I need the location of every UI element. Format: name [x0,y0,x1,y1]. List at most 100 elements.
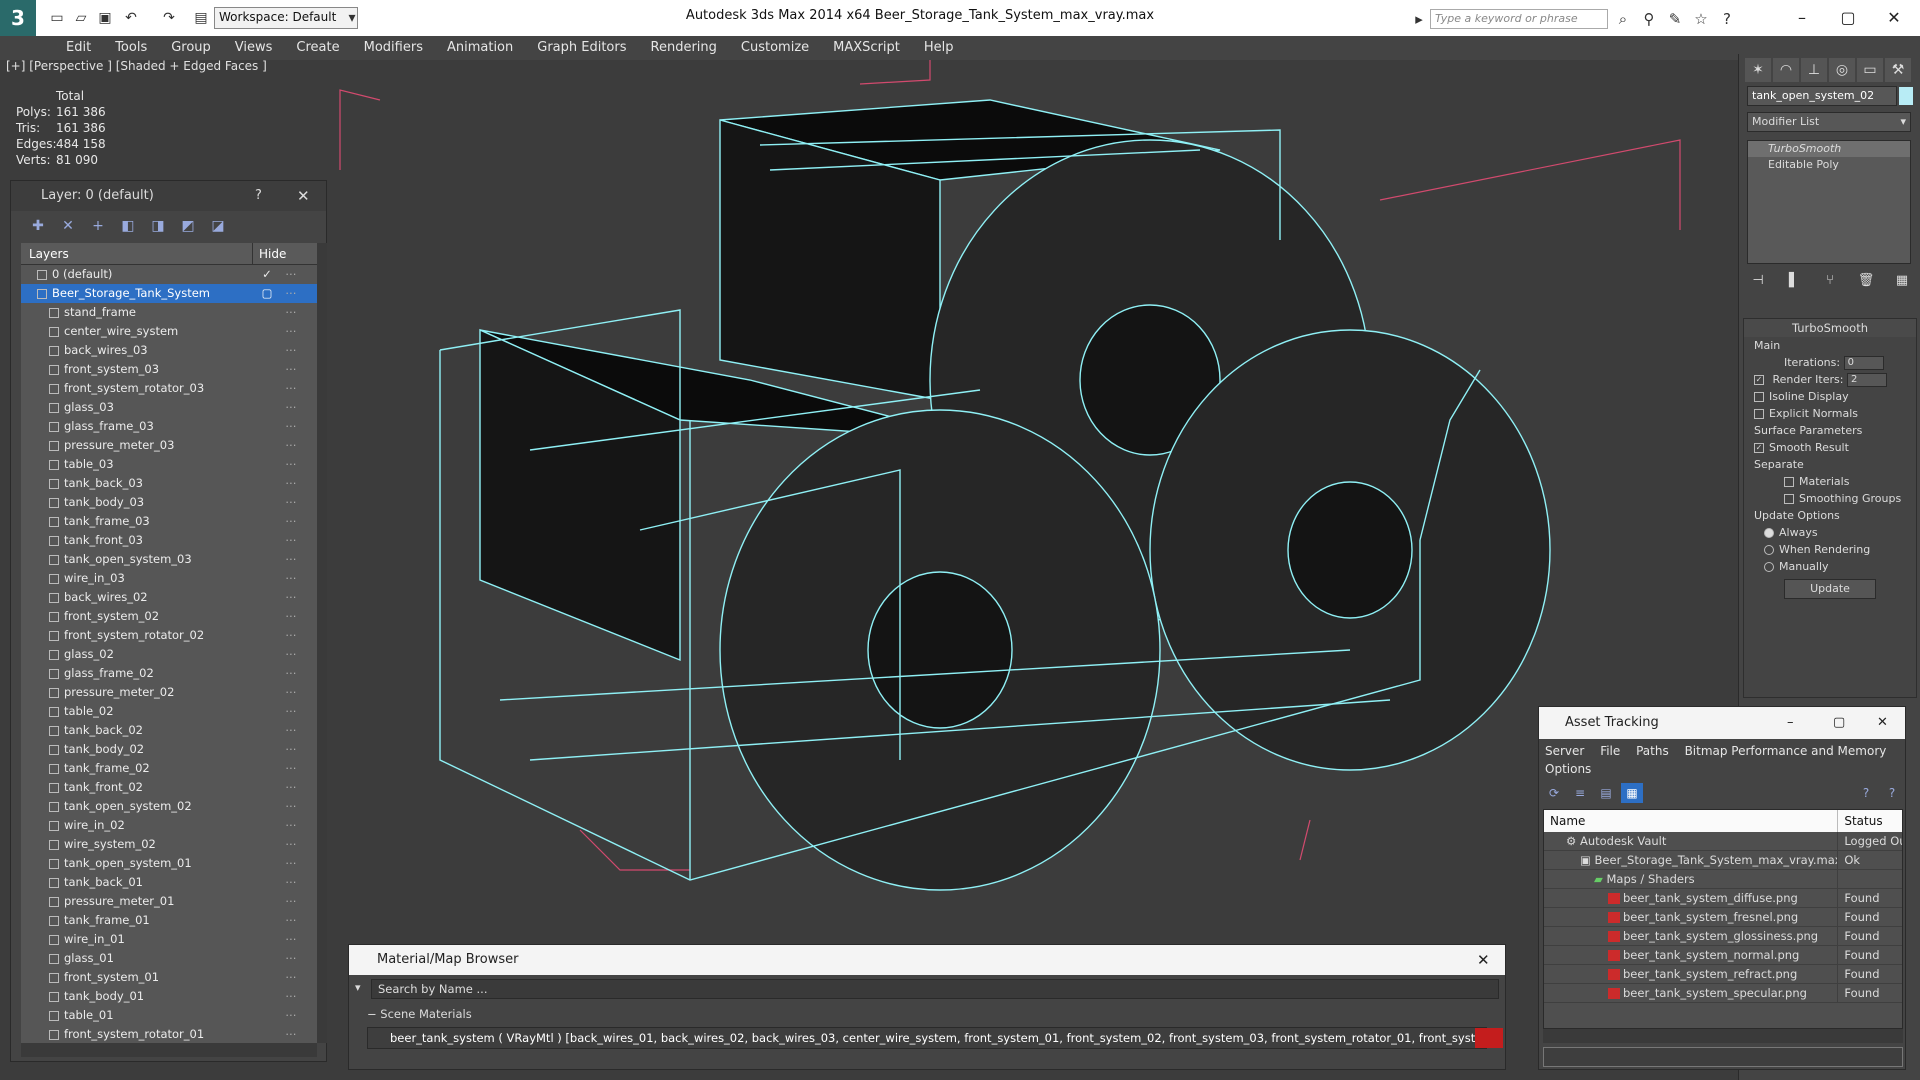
material-browser-title-bar[interactable]: Material/Map Browser ✕ [349,945,1505,975]
layer-object-row[interactable]: tank_body_03 ⋯ [21,493,317,512]
more-icon[interactable]: ⋯ [281,588,301,607]
col-name[interactable]: Name [1544,810,1839,832]
more-icon[interactable]: ⋯ [281,531,301,550]
hide-toggle[interactable] [253,892,281,911]
more-icon[interactable]: ⋯ [281,455,301,474]
remove-modifier-icon[interactable]: 🗑 [1855,270,1877,290]
new-file-icon[interactable]: ▭ [48,9,66,27]
hide-toggle[interactable] [253,607,281,626]
stack-item-editable-poly[interactable]: Editable Poly [1748,157,1910,173]
hide-toggle[interactable] [253,512,281,531]
display-tab-icon[interactable]: ▭ [1857,58,1883,82]
layer-horizontal-scrollbar[interactable] [21,1043,317,1057]
manually-radio[interactable] [1764,562,1774,572]
hide-all-icon[interactable]: ◩ [177,215,199,237]
layer-object-row[interactable]: glass_frame_03 ⋯ [21,417,317,436]
help-info-icon[interactable]: ? [1881,783,1903,803]
layer-object-row[interactable]: wire_in_02 ⋯ [21,816,317,835]
more-icon[interactable]: ⋯ [281,892,301,911]
more-icon[interactable]: ⋯ [281,474,301,493]
layer-object-row[interactable]: tank_frame_03 ⋯ [21,512,317,531]
layer-object-row[interactable]: glass_03 ⋯ [21,398,317,417]
menu-modifiers[interactable]: Modifiers [352,36,435,60]
more-icon[interactable]: ⋯ [281,493,301,512]
show-end-result-icon[interactable]: ▌ [1783,270,1805,290]
layer-row-default[interactable]: 0 (default) ✓ ⋯ [21,265,317,284]
layer-object-row[interactable]: tank_front_02 ⋯ [21,778,317,797]
hide-toggle[interactable] [253,759,281,778]
minimize-icon[interactable]: – [1787,707,1794,739]
layer-object-row[interactable]: glass_02 ⋯ [21,645,317,664]
table-row[interactable]: beer_tank_system_refract.png Found [1544,965,1902,984]
modify-tab-icon[interactable]: ◠ [1773,58,1799,82]
hide-toggle[interactable] [253,360,281,379]
layer-object-row[interactable]: tank_open_system_02 ⋯ [21,797,317,816]
table-row[interactable]: ⚙ Autodesk Vault Logged Ou [1544,832,1902,851]
render-iters-spinner[interactable]: 2 [1846,373,1887,387]
more-icon[interactable]: ⋯ [281,626,301,645]
hide-toggle[interactable] [253,550,281,569]
hide-toggle[interactable] [253,797,281,816]
more-icon[interactable]: ⋯ [281,854,301,873]
hide-toggle[interactable] [253,474,281,493]
more-icon[interactable]: ⋯ [281,1025,301,1043]
more-icon[interactable]: ⋯ [281,683,301,702]
layer-object-row[interactable]: tank_back_02 ⋯ [21,721,317,740]
layer-object-row[interactable]: glass_01 ⋯ [21,949,317,968]
col-status[interactable]: Status [1838,810,1902,832]
more-icon[interactable]: ⋯ [281,645,301,664]
hide-toggle[interactable] [253,664,281,683]
make-unique-icon[interactable]: ⑂ [1819,270,1841,290]
table-row[interactable]: beer_tank_system_diffuse.png Found [1544,889,1902,908]
layer-object-row[interactable]: front_system_rotator_03 ⋯ [21,379,317,398]
hide-toggle[interactable] [253,740,281,759]
menu-file[interactable]: File [1600,744,1620,758]
table-row[interactable]: ▰ Maps / Shaders [1544,870,1902,889]
help-icon[interactable]: ? [255,181,262,211]
more-icon[interactable]: ⋯ [281,265,301,284]
always-radio[interactable] [1764,528,1774,538]
tank-wireframe-model[interactable] [300,60,1740,960]
layer-object-row[interactable]: back_wires_02 ⋯ [21,588,317,607]
viewport-label[interactable]: [+] [Perspective ] [Shaded + Edged Faces… [6,59,267,73]
communication-icon[interactable]: ✎ [1664,9,1686,29]
col-hide[interactable]: Hide [253,243,293,264]
menu-create[interactable]: Create [284,36,351,60]
layer-object-row[interactable]: wire_in_03 ⋯ [21,569,317,588]
workspace-dropdown[interactable]: Workspace: Default [214,7,358,29]
maximize-icon[interactable]: ▢ [1826,4,1870,30]
hide-toggle[interactable] [253,816,281,835]
hide-toggle[interactable] [253,645,281,664]
more-icon[interactable]: ⋯ [281,284,301,303]
more-icon[interactable]: ⋯ [281,987,301,1006]
when-rendering-radio[interactable] [1764,545,1774,555]
asset-path-field[interactable] [1543,1047,1903,1067]
check-icon[interactable]: ✓ [253,265,281,284]
material-item[interactable]: beer_tank_system ( VRayMtl ) [back_wires… [367,1027,1487,1049]
menu-tools[interactable]: Tools [103,36,159,60]
layer-object-row[interactable]: tank_open_system_03 ⋯ [21,550,317,569]
more-icon[interactable]: ⋯ [281,873,301,892]
add-to-layer-icon[interactable]: + [87,215,109,237]
hide-toggle[interactable] [253,683,281,702]
table-view-icon[interactable]: ▦ [1621,783,1643,803]
layer-object-row[interactable]: front_system_01 ⋯ [21,968,317,987]
thumbnail-view-icon[interactable]: ▤ [1595,783,1617,803]
layer-object-row[interactable]: tank_back_03 ⋯ [21,474,317,493]
hide-toggle[interactable] [253,949,281,968]
project-folder-icon[interactable]: ▤ [192,9,210,27]
rollout-title[interactable]: TurboSmooth [1744,319,1916,337]
explicit-normals-checkbox[interactable] [1754,409,1764,419]
table-row[interactable]: beer_tank_system_normal.png Found [1544,946,1902,965]
layer-object-row[interactable]: tank_front_03 ⋯ [21,531,317,550]
more-icon[interactable]: ⋯ [281,512,301,531]
hide-toggle[interactable] [253,911,281,930]
layer-object-row[interactable]: tank_body_01 ⋯ [21,987,317,1006]
scene-materials-group[interactable]: − Scene Materials [357,1005,1487,1023]
hide-toggle[interactable] [253,569,281,588]
more-icon[interactable]: ⋯ [281,398,301,417]
more-icon[interactable]: ⋯ [281,740,301,759]
layer-object-row[interactable]: pressure_meter_01 ⋯ [21,892,317,911]
hide-toggle[interactable] [253,1025,281,1043]
browser-options-icon[interactable]: ▾ [355,981,361,994]
